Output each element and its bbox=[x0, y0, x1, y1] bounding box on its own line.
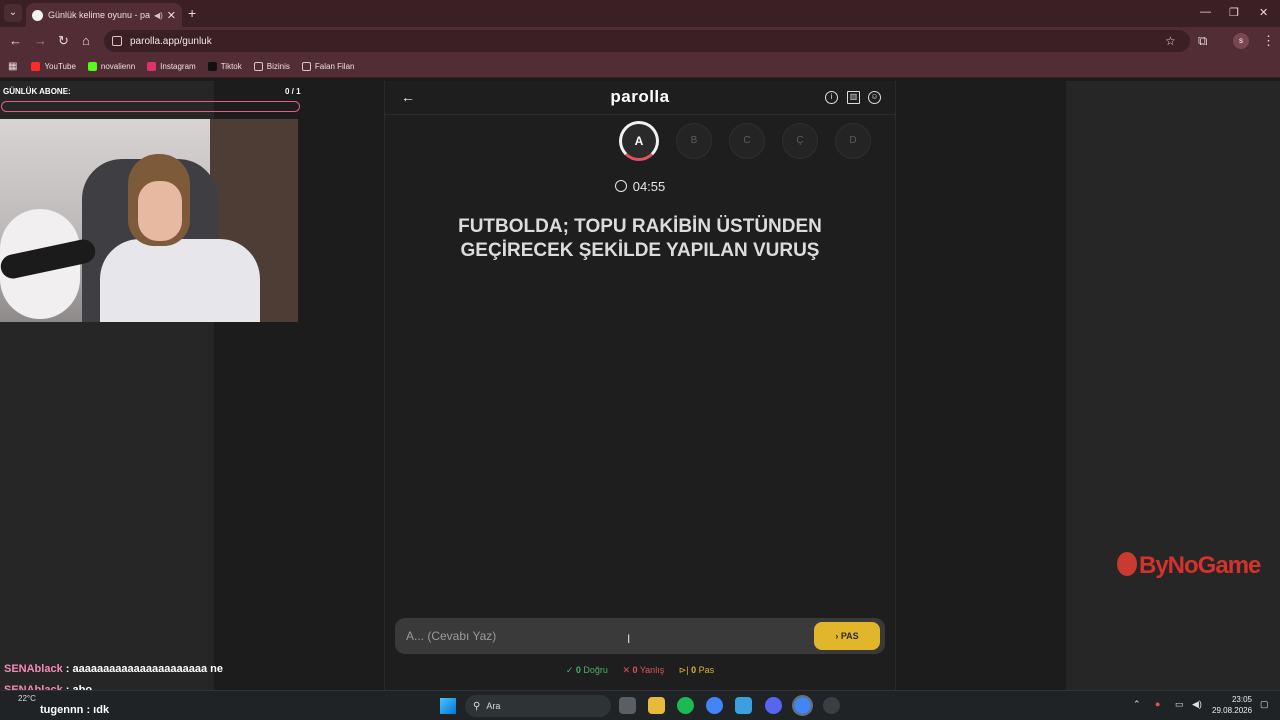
chat-message: tugennn : ıdk bbox=[40, 704, 110, 716]
bookmark-instagram[interactable]: Instagram bbox=[147, 61, 196, 71]
start-icon[interactable] bbox=[440, 698, 456, 714]
restore-icon[interactable]: ❐ bbox=[1229, 6, 1239, 19]
forward-icon[interactable]: → bbox=[34, 33, 47, 48]
address-bar[interactable]: parolla.app/gunluk bbox=[104, 30, 1190, 52]
reload-icon[interactable]: ↻ bbox=[58, 33, 69, 49]
microphone-icon[interactable]: ● bbox=[1155, 699, 1160, 709]
sub-goal-label: GÜNLÜK ABONE: bbox=[3, 87, 71, 96]
bookmark-youtube[interactable]: YouTube bbox=[31, 61, 76, 71]
tab-favicon-icon bbox=[32, 9, 43, 21]
spotify-icon[interactable] bbox=[677, 697, 694, 714]
folder-icon bbox=[301, 61, 311, 71]
pas-button[interactable]: › PAS bbox=[814, 622, 880, 650]
bookmark-falan-filan[interactable]: Falan Filan bbox=[301, 61, 354, 71]
wrong-stat: ✕ 0 Yanlış bbox=[622, 665, 665, 675]
sub-goal-count: 0 / 1 bbox=[285, 87, 301, 96]
parolla-logo: parolla bbox=[610, 87, 670, 106]
notification-icon[interactable]: ▢ bbox=[1260, 699, 1269, 710]
weather-widget[interactable]: 22°C bbox=[18, 694, 36, 703]
clock[interactable]: 23:05 29.08.2026 bbox=[1212, 694, 1252, 716]
letter-b: B bbox=[676, 123, 712, 159]
clock-icon bbox=[614, 180, 627, 192]
new-tab-icon[interactable]: + bbox=[188, 5, 196, 21]
chrome-active-icon[interactable] bbox=[792, 695, 813, 716]
back-icon[interactable]: ← bbox=[9, 33, 22, 48]
bynogame-mark-icon bbox=[1117, 552, 1137, 576]
close-window-icon[interactable]: ✕ bbox=[1259, 6, 1268, 19]
text-cursor-icon: I bbox=[627, 632, 631, 646]
bookmarks-bar: ▦ YouTube novalienn Instagram Tiktok Biz… bbox=[0, 55, 1280, 78]
question-text: FUTBOLDA; TOPU RAKİBİN ÜSTÜNDEN GEÇİRECE… bbox=[425, 215, 855, 263]
profile-avatar[interactable]: s bbox=[1233, 33, 1249, 49]
question-line-1: FUTBOLDA; TOPU RAKİBİN ÜSTÜNDEN bbox=[458, 216, 822, 237]
discord-icon[interactable] bbox=[765, 697, 782, 714]
taskbar: 22°C ⚲ Ara ⌃ ● ▭ ◀) 23:05 29.08.2026 ▢ bbox=[0, 690, 1280, 720]
timer-value: 04:55 bbox=[632, 179, 666, 194]
right-background bbox=[1066, 81, 1280, 690]
browser-toolbar: ← → ↻ ⌂ parolla.app/gunluk ☆ ⧉ s ⋮ bbox=[0, 27, 1280, 55]
chrome-icon[interactable] bbox=[706, 697, 723, 714]
tab-search-icon[interactable]: ⌄ bbox=[4, 4, 22, 22]
letter-track: A B C Ç D bbox=[619, 121, 888, 161]
letter-cc: Ç bbox=[782, 123, 818, 159]
timer: 04:55 bbox=[385, 179, 895, 194]
letter-d: D bbox=[835, 123, 871, 159]
task-view-icon[interactable] bbox=[619, 697, 636, 714]
network-icon[interactable]: ▭ bbox=[1175, 699, 1184, 710]
tab-close-icon[interactable]: ✕ bbox=[167, 9, 176, 22]
instagram-icon bbox=[147, 61, 157, 71]
webcam-person-face bbox=[138, 181, 182, 241]
tab-audio-icon[interactable]: ◀) bbox=[154, 11, 163, 20]
correct-stat: ✓ 0 Doğru bbox=[565, 665, 608, 675]
youtube-icon bbox=[31, 61, 41, 71]
sub-goal-progress bbox=[1, 101, 300, 112]
tray-chevron-icon[interactable]: ⌃ bbox=[1133, 699, 1141, 710]
obs-icon[interactable] bbox=[823, 697, 840, 714]
kick-icon bbox=[87, 61, 97, 71]
answer-bar: › PAS bbox=[395, 618, 885, 654]
answer-input[interactable] bbox=[395, 618, 805, 654]
file-explorer-icon[interactable] bbox=[648, 697, 665, 714]
pass-stat: ⊳| 0 Pas bbox=[678, 665, 715, 675]
sponsor-logo: ByNoGame bbox=[1117, 552, 1261, 580]
question-line-2: GEÇİRECEK ŞEKİLDE YAPILAN VURUŞ bbox=[460, 240, 820, 261]
bookmark-star-icon[interactable]: ☆ bbox=[1165, 34, 1176, 48]
game-panel: ← parolla i ▥ ☺ A B C Ç D 04:55 FUTBOLDA… bbox=[384, 81, 896, 690]
webcam-person-body bbox=[100, 239, 260, 322]
bookmark-tiktok[interactable]: Tiktok bbox=[207, 61, 242, 71]
tab-title: Günlük kelime oyunu - paro bbox=[48, 10, 150, 20]
stats-icon[interactable]: ▥ bbox=[847, 91, 860, 104]
taskbar-search[interactable]: ⚲ Ara bbox=[465, 695, 611, 717]
bookmark-novalienn[interactable]: novalienn bbox=[87, 61, 135, 71]
letter-c: C bbox=[729, 123, 765, 159]
letter-a: A bbox=[619, 121, 659, 161]
browser-tab[interactable]: Günlük kelime oyunu - paro ◀) ✕ bbox=[26, 3, 182, 27]
chat-message: SENAblack : aaaaaaaaaaaaaaaaaaaaaa ne bbox=[4, 663, 223, 675]
menu-kebab-icon[interactable]: ⋮ bbox=[1262, 33, 1275, 49]
score-stats: ✓ 0 Doğru ✕ 0 Yanlış ⊳| 0 Pas bbox=[385, 665, 895, 676]
info-icon[interactable]: i bbox=[825, 91, 838, 104]
volume-icon[interactable]: ◀) bbox=[1192, 699, 1202, 710]
site-info-icon[interactable] bbox=[112, 36, 122, 46]
user-icon[interactable]: ☺ bbox=[868, 91, 881, 104]
tiktok-icon bbox=[207, 61, 217, 71]
webcam-feed bbox=[0, 119, 298, 322]
app-icon[interactable] bbox=[735, 697, 752, 714]
home-icon[interactable]: ⌂ bbox=[82, 33, 90, 48]
bookmark-bizinis[interactable]: Bizinis bbox=[253, 61, 290, 71]
minimize-icon[interactable]: — bbox=[1200, 6, 1211, 18]
chevron-right-icon: › bbox=[835, 631, 839, 641]
game-header: ← parolla i ▥ ☺ bbox=[385, 81, 895, 115]
url-text: parolla.app/gunluk bbox=[130, 35, 212, 47]
browser-tabbar: ⌄ Günlük kelime oyunu - paro ◀) ✕ + — ❐ … bbox=[0, 0, 1280, 27]
extensions-icon[interactable]: ⧉ bbox=[1198, 33, 1207, 49]
search-icon: ⚲ bbox=[473, 700, 481, 712]
folder-icon bbox=[253, 61, 263, 71]
apps-grid-icon[interactable]: ▦ bbox=[8, 61, 17, 72]
